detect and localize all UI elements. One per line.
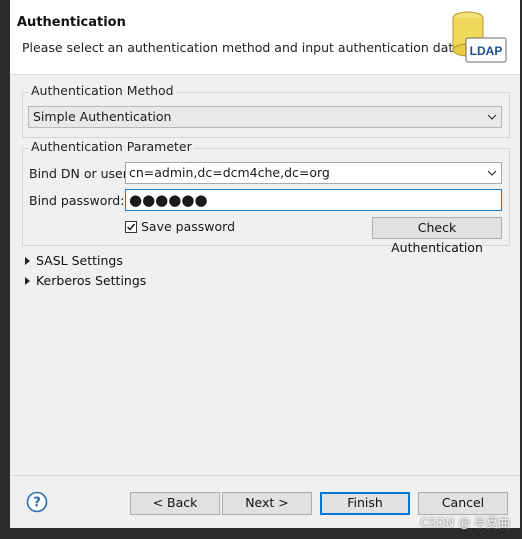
bind-dn-input[interactable]: cn=admin,dc=dcm4che,dc=org — [125, 162, 502, 184]
authentication-parameter-group: Authentication Parameter Bind DN or user… — [22, 139, 510, 255]
chevron-down-icon[interactable] — [487, 163, 497, 183]
section-kerberos-settings[interactable]: Kerberos Settings — [24, 273, 146, 288]
dialog-header: Authentication Please select an authenti… — [10, 0, 520, 75]
kerberos-settings-label: Kerberos Settings — [35, 273, 147, 288]
save-password-checkbox[interactable] — [125, 221, 137, 233]
footer-divider — [10, 475, 520, 476]
expand-triangle-icon — [25, 257, 30, 265]
svg-text:?: ? — [33, 496, 41, 511]
watermark: CSDN @ 半夏曲 — [420, 516, 510, 530]
check-authentication-button[interactable]: Check Authentication — [372, 217, 502, 255]
page-title: Authentication — [17, 15, 126, 30]
chevron-down-icon — [487, 114, 497, 120]
bind-dn-value: cn=admin,dc=dcm4che,dc=org — [129, 165, 330, 180]
bind-dn-label: Bind DN or user: — [29, 166, 132, 181]
sasl-settings-label: SASL Settings — [35, 253, 123, 268]
next-button[interactable]: Next > — [222, 492, 312, 515]
ldap-database-icon: LDAP — [452, 11, 507, 63]
authentication-method-value: Simple Authentication — [33, 109, 172, 124]
ldap-badge-text: LDAP — [470, 44, 503, 58]
authentication-method-group: Authentication Method Simple Authenticat… — [22, 83, 510, 138]
bind-password-input[interactable]: ●●●●●● — [125, 189, 502, 211]
expand-triangle-icon — [25, 277, 30, 285]
finish-button[interactable]: Finish — [320, 492, 410, 515]
bind-password-masked-value: ●●●●●● — [129, 191, 208, 209]
cancel-button[interactable]: Cancel — [418, 492, 508, 515]
save-password-label: Save password — [141, 219, 236, 234]
authentication-method-legend: Authentication Method — [29, 83, 176, 98]
authentication-dialog: Authentication Please select an authenti… — [10, 0, 520, 528]
checkmark-icon — [127, 223, 136, 231]
back-button[interactable]: < Back — [130, 492, 220, 515]
bind-password-label: Bind password: — [29, 193, 125, 208]
authentication-parameter-legend: Authentication Parameter — [29, 139, 194, 154]
help-icon[interactable]: ? — [26, 491, 48, 513]
section-sasl-settings[interactable]: SASL Settings — [24, 253, 123, 268]
page-description: Please select an authentication method a… — [22, 40, 465, 55]
authentication-method-select[interactable]: Simple Authentication — [28, 106, 502, 128]
